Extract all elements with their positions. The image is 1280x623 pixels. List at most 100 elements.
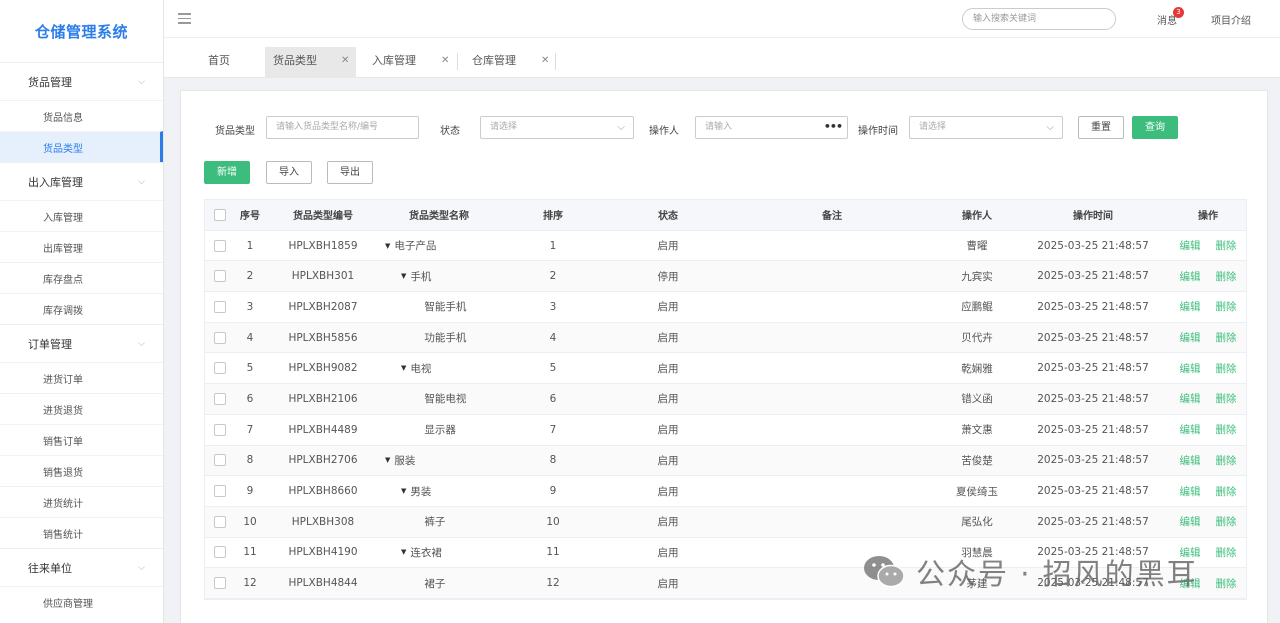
delete-link[interactable]: 删除 — [1216, 238, 1237, 253]
menu-group-goods[interactable]: 货品管理 ⌵ — [0, 62, 163, 100]
reset-button[interactable]: 重置 — [1078, 116, 1124, 139]
row-name-cell: ▼显示器 — [415, 415, 535, 445]
row-checkbox[interactable] — [214, 577, 226, 590]
expand-icon[interactable]: ▼ — [385, 456, 390, 464]
row-checkbox[interactable] — [214, 392, 226, 405]
menu-item-transfer[interactable]: 库存调拨 — [0, 293, 163, 324]
more-icon[interactable]: ••• — [824, 116, 843, 137]
row-checkbox[interactable] — [214, 515, 226, 528]
tab-goods-type[interactable]: 货品类型 ✕ — [265, 47, 356, 78]
edit-link[interactable]: 编辑 — [1180, 299, 1201, 314]
menu-group-partners[interactable]: 往来单位 ⌵ — [0, 548, 163, 586]
tab-home[interactable]: 首页 — [208, 47, 230, 78]
edit-link[interactable]: 编辑 — [1180, 453, 1201, 468]
row-checkbox[interactable] — [214, 331, 226, 344]
menu-item-suppliers[interactable]: 供应商管理 — [0, 586, 163, 617]
menu-item-purchase-stats[interactable]: 进货统计 — [0, 486, 163, 517]
tab-inbound[interactable]: 入库管理 ✕ — [372, 47, 452, 78]
edit-link[interactable]: 编辑 — [1180, 269, 1201, 284]
filter-operator-label: 操作人 — [649, 126, 679, 137]
row-checkbox[interactable] — [214, 362, 226, 375]
row-code: HPLXBH2087 — [288, 300, 358, 313]
menu-item-sales-stats[interactable]: 销售统计 — [0, 517, 163, 548]
row-time: 2025-03-25 21:48:57 — [1037, 331, 1149, 344]
add-button[interactable]: 新增 — [204, 161, 250, 184]
delete-link[interactable]: 删除 — [1216, 299, 1237, 314]
select-all-checkbox[interactable] — [214, 208, 226, 221]
close-icon[interactable]: ✕ — [341, 47, 349, 75]
menu-group-inout[interactable]: 出入库管理 ⌵ — [0, 162, 163, 200]
menu-item-inbound[interactable]: 入库管理 — [0, 200, 163, 231]
row-status: 启用 — [657, 332, 679, 345]
delete-link[interactable]: 删除 — [1216, 269, 1237, 284]
row-checkbox[interactable] — [214, 423, 226, 436]
row-code: HPLXBH1859 — [288, 239, 358, 252]
edit-link[interactable]: 编辑 — [1180, 361, 1201, 376]
row-checkbox[interactable] — [214, 546, 226, 559]
row-name-cell: ▼ 服装 — [385, 446, 505, 476]
chevron-down-icon: ⌵ — [138, 562, 145, 573]
row-checkbox[interactable] — [214, 300, 226, 313]
delete-link[interactable]: 删除 — [1216, 484, 1237, 499]
tab-warehouse[interactable]: 仓库管理 ✕ — [472, 47, 552, 78]
export-button[interactable]: 导出 — [327, 161, 373, 184]
edit-link[interactable]: 编辑 — [1180, 514, 1201, 529]
delete-link[interactable]: 删除 — [1216, 361, 1237, 376]
project-intro-link[interactable]: 项目介绍 — [1211, 12, 1251, 27]
row-name-cell: ▼ 连衣裙 — [401, 538, 521, 568]
menu-item-purchase-order[interactable]: 进货订单 — [0, 362, 163, 393]
close-icon[interactable]: ✕ — [541, 47, 549, 75]
delete-link[interactable]: 删除 — [1216, 391, 1237, 406]
row-sort: 2 — [549, 270, 557, 283]
edit-link[interactable]: 编辑 — [1180, 238, 1201, 253]
delete-link[interactable]: 删除 — [1216, 545, 1237, 560]
import-button[interactable]: 导入 — [266, 161, 312, 184]
menu-fold-icon[interactable] — [178, 13, 191, 24]
menu-item-goods-info[interactable]: 货品信息 — [0, 100, 163, 131]
menu-item-sales-return[interactable]: 销售退货 — [0, 455, 163, 486]
close-icon[interactable]: ✕ — [441, 47, 449, 75]
expand-icon[interactable]: ▼ — [401, 364, 406, 372]
query-button[interactable]: 查询 — [1132, 116, 1178, 139]
chevron-down-icon: ⌵ — [617, 122, 625, 133]
menu-group-orders[interactable]: 订单管理 ⌵ — [0, 324, 163, 362]
edit-link[interactable]: 编辑 — [1180, 484, 1201, 499]
edit-link[interactable]: 编辑 — [1180, 330, 1201, 345]
delete-link[interactable]: 删除 — [1216, 514, 1237, 529]
row-time: 2025-03-25 21:48:57 — [1037, 362, 1149, 375]
row-checkbox[interactable] — [214, 270, 226, 283]
status-select[interactable]: 请选择 ⌵ — [480, 116, 634, 139]
expand-icon[interactable]: ▼ — [401, 487, 406, 495]
row-name: 男装 — [410, 485, 432, 498]
delete-link[interactable]: 删除 — [1216, 422, 1237, 437]
time-select[interactable]: 请选择 ⌵ — [909, 116, 1063, 139]
expand-icon[interactable]: ▼ — [401, 548, 406, 556]
table-header-row: 序号 货品类型编号 货品类型名称 排序 状态 备注 操作人 操作时间 操作 — [205, 200, 1246, 231]
row-name: 功能手机 — [424, 332, 467, 345]
row-checkbox[interactable] — [214, 454, 226, 467]
row-checkbox[interactable] — [214, 239, 226, 252]
delete-link[interactable]: 删除 — [1216, 453, 1237, 468]
edit-link[interactable]: 编辑 — [1180, 391, 1201, 406]
menu-item-outbound[interactable]: 出库管理 — [0, 231, 163, 262]
menu-item-purchase-return[interactable]: 进货退货 — [0, 393, 163, 424]
row-sort: 3 — [549, 300, 557, 313]
delete-link[interactable]: 删除 — [1216, 576, 1237, 591]
expand-icon[interactable]: ▼ — [401, 272, 406, 280]
search-input[interactable]: 输入搜索关键词 — [962, 8, 1116, 30]
menu-group-label: 出入库管理 — [28, 175, 83, 189]
operator-input[interactable]: 请输入 ••• — [695, 116, 848, 139]
row-actions: 编辑 删除 — [1173, 507, 1243, 537]
delete-link[interactable]: 删除 — [1216, 330, 1237, 345]
row-name: 电子产品 — [394, 240, 437, 253]
table-row: 5 HPLXBH9082 ▼ 电视 5 启用 乾娴雅 2025-03-25 21:48:57 编… — [205, 353, 1246, 385]
menu-item-sales-order[interactable]: 销售订单 — [0, 424, 163, 455]
edit-link[interactable]: 编辑 — [1180, 422, 1201, 437]
row-time: 2025-03-25 21:48:57 — [1037, 454, 1149, 467]
menu-item-stocktake[interactable]: 库存盘点 — [0, 262, 163, 293]
goods-type-input[interactable]: 请输入货品类型名称/编号 — [266, 116, 419, 139]
row-checkbox[interactable] — [214, 485, 226, 498]
row-select-cell — [205, 538, 235, 568]
menu-item-goods-type[interactable]: 货品类型 — [0, 131, 163, 162]
expand-icon[interactable]: ▼ — [385, 242, 390, 250]
